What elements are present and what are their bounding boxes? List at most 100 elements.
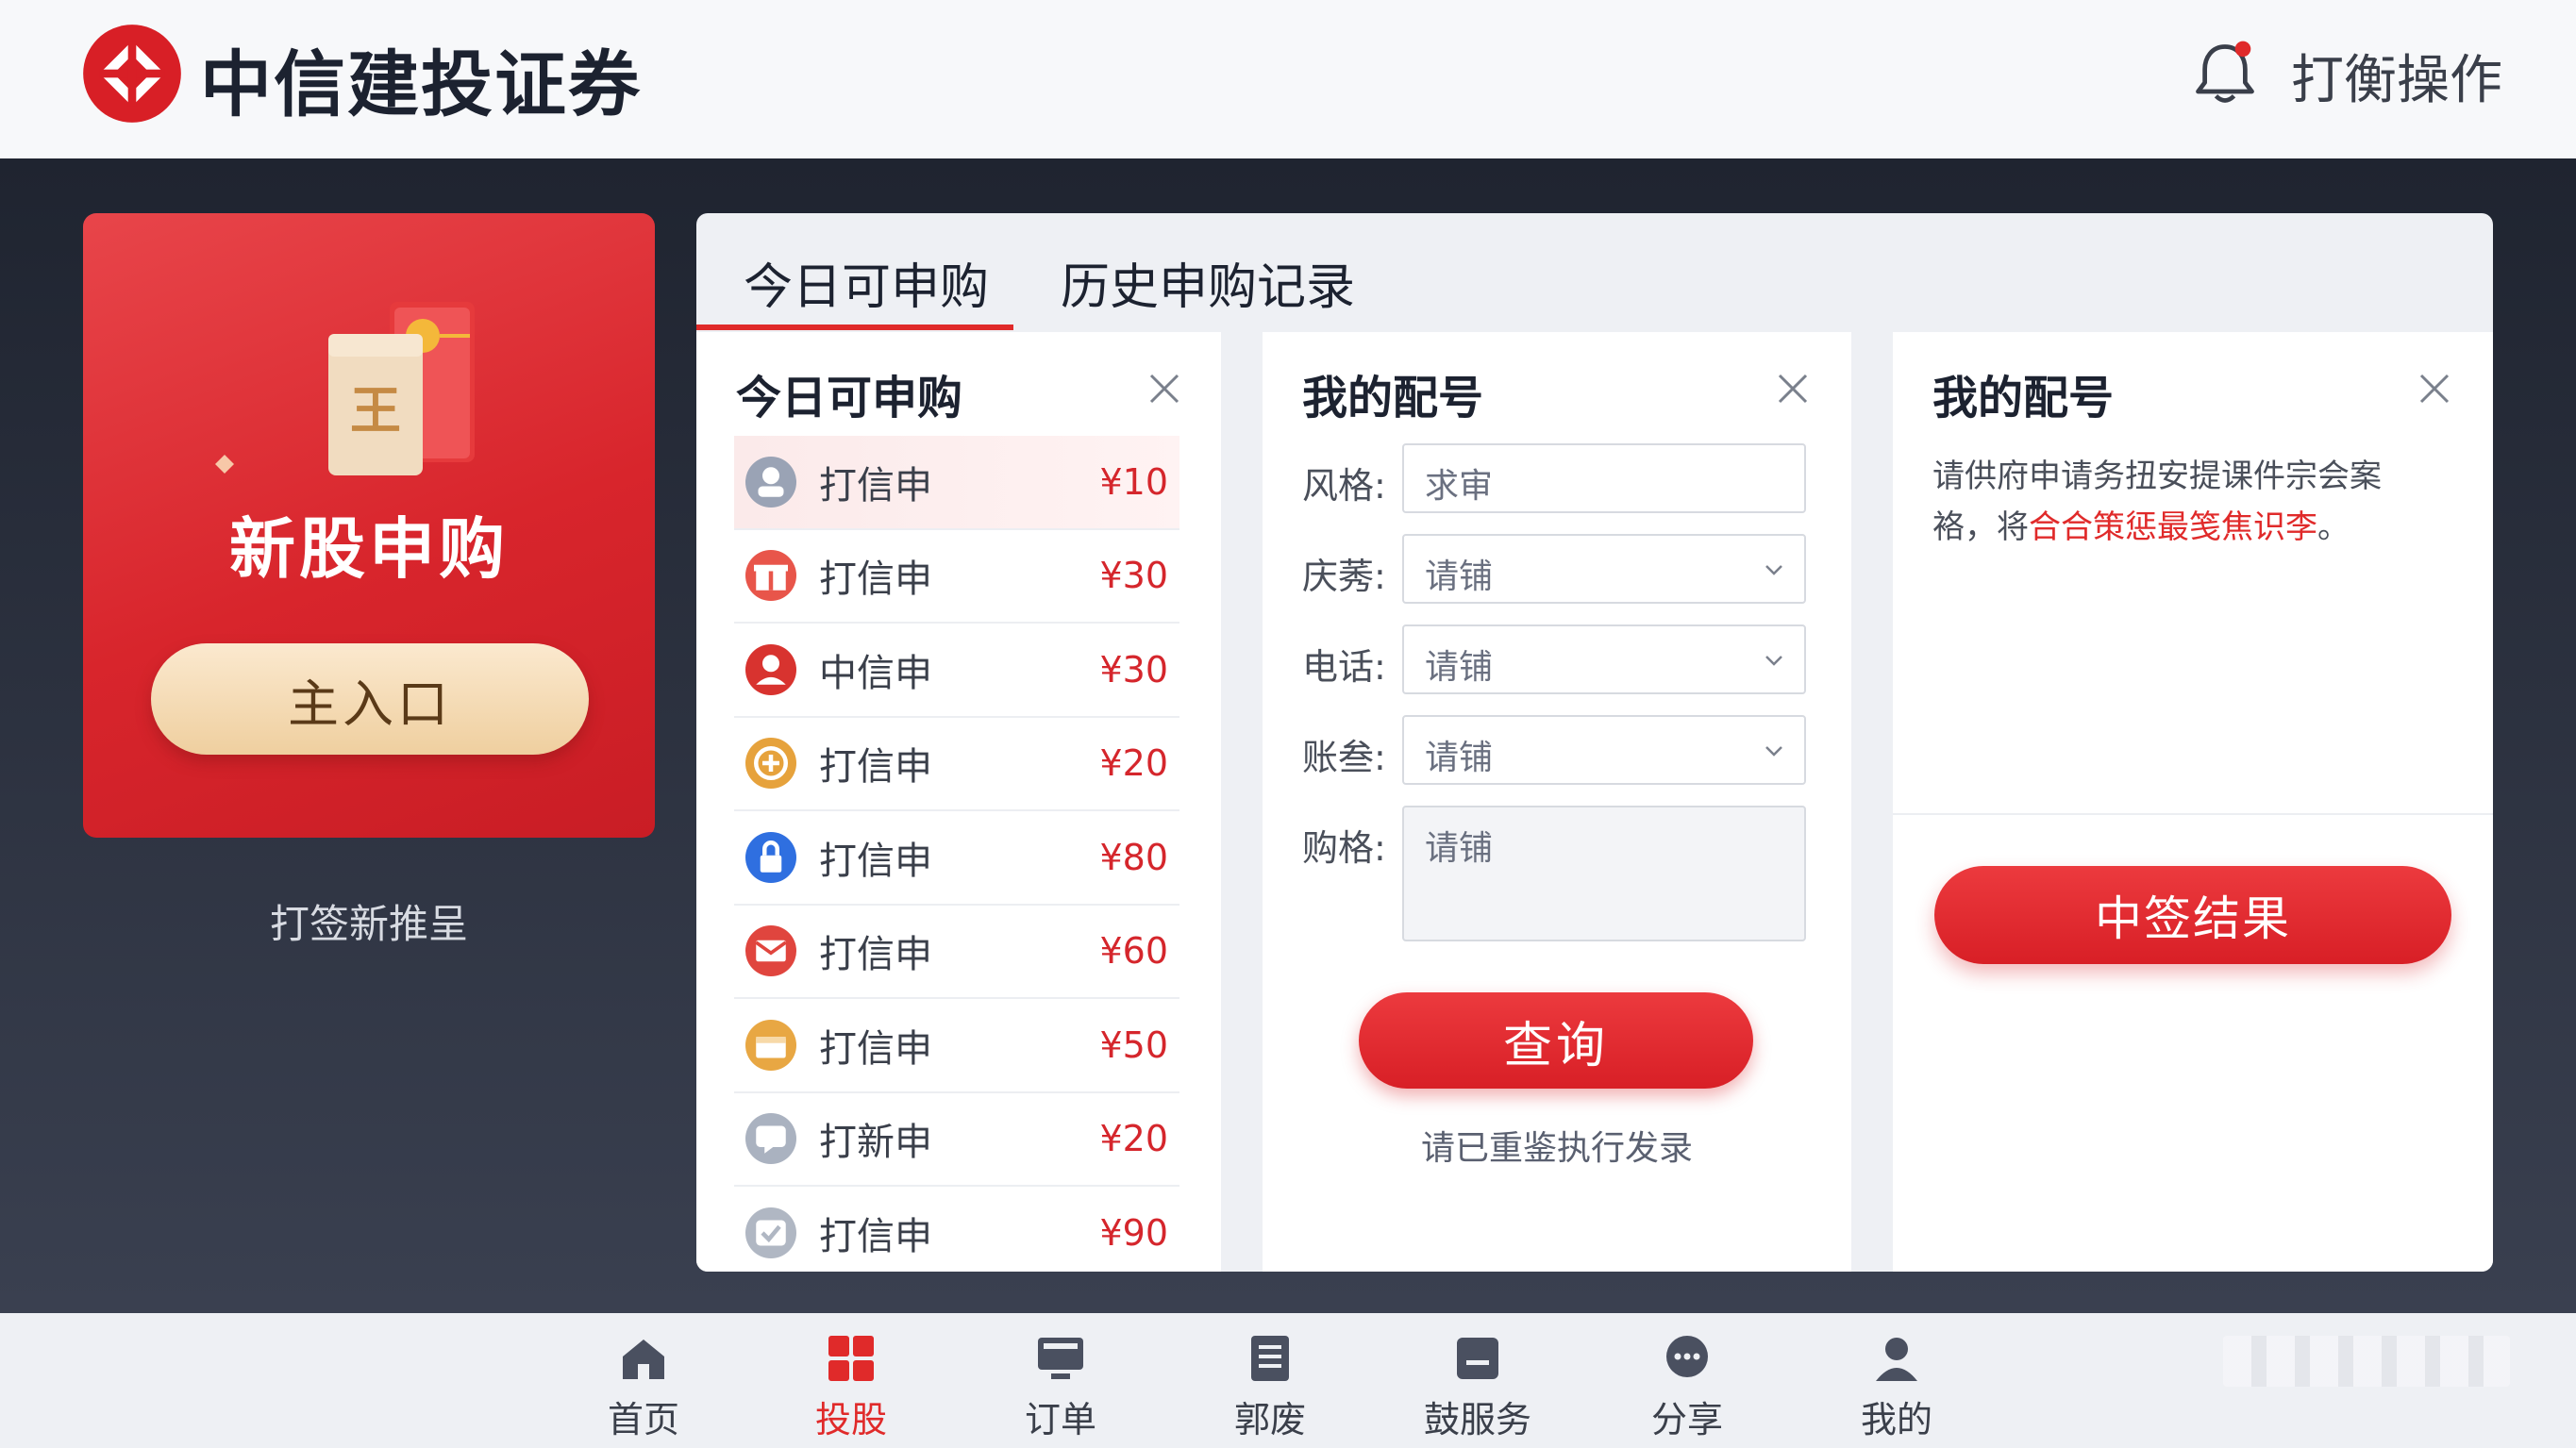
chevron-down-icon xyxy=(1765,565,1782,575)
user-icon xyxy=(745,456,796,508)
close-icon[interactable] xyxy=(2416,370,2453,408)
query-button[interactable]: 查询 xyxy=(1359,992,1753,1089)
list-item-label: 打信申 xyxy=(819,1026,932,1071)
nav-label: 投股 xyxy=(814,1399,887,1440)
select-value: 请铺 xyxy=(1425,558,1494,596)
chat-bubble-icon xyxy=(1666,1336,1708,1377)
my-allotment-form-card: 我的配号 风格: 求审 庆莠: 请铺 电话: 请铺 账叁: 请铺 购格: 请铺 … xyxy=(1263,332,1851,1272)
nav-item[interactable]: 分享 xyxy=(1612,1332,1763,1445)
decor-dot-icon xyxy=(215,455,234,474)
brand-name: 中信建投证券 xyxy=(200,42,642,126)
my-allotment-info-card: 我的配号 请供府申请务扭安提课件宗会案袼，将合合策惩最笺焦识李。 中签结果 xyxy=(1893,332,2493,1272)
chevron-down-icon xyxy=(1765,746,1782,757)
login-hint-link[interactable]: 请已重鉴执行发录 xyxy=(1263,1121,1851,1170)
list-item-label: 打信申 xyxy=(819,839,932,883)
person-icon xyxy=(745,643,796,695)
list-item-label: 打信申 xyxy=(819,558,932,602)
promo-title: 新股申购 xyxy=(229,510,509,588)
plus-icon xyxy=(745,738,796,790)
nav-label: 首页 xyxy=(607,1399,679,1440)
form-row-price: 购格: 请铺 xyxy=(1302,806,1831,941)
style-input[interactable]: 求审 xyxy=(1402,443,1806,513)
list-item-price: ¥10 xyxy=(1099,460,1168,503)
close-icon[interactable] xyxy=(1774,370,1812,408)
today-list-card: 今日可申购 打信申 ¥10 打信申 ¥30 中信申 ¥30 打信申 ¥20 打信申 ¥80 打信申 ¥… xyxy=(696,332,1221,1272)
list-item-price: ¥20 xyxy=(1099,742,1168,785)
box-icon xyxy=(745,1019,796,1071)
chat-icon xyxy=(745,1113,796,1165)
nav-item[interactable]: 鼓服务 xyxy=(1402,1332,1553,1445)
list-item-price: ¥80 xyxy=(1099,836,1168,878)
list-item-label: 打新申 xyxy=(819,1121,932,1165)
plus-icon xyxy=(745,738,796,790)
select-field-1[interactable]: 请铺 xyxy=(1402,534,1806,604)
bottom-navigation: 首页 投股 订单 郭废 鼓服务 分享 我的 xyxy=(0,1313,2576,1448)
nav-label: 鼓服务 xyxy=(1423,1399,1531,1440)
list-item[interactable]: 打信申 ¥80 xyxy=(734,811,1179,906)
form-card-title: 我的配号 xyxy=(1302,372,1484,424)
list-item[interactable]: 打信申 ¥20 xyxy=(734,718,1179,811)
brand-logo-icon xyxy=(83,25,181,123)
nav-label: 分享 xyxy=(1650,1399,1723,1440)
check-icon xyxy=(745,1207,796,1258)
price-textarea[interactable]: 请铺 xyxy=(1402,806,1806,941)
list-item[interactable]: 打信申 ¥10 xyxy=(734,436,1179,530)
list-item[interactable]: 打新申 ¥20 xyxy=(734,1093,1179,1187)
info-text-highlight: 合合策惩最笺焦识李 xyxy=(2029,508,2317,546)
close-icon[interactable] xyxy=(1146,370,1183,408)
form-row-select-1: 庆莠: 请铺 xyxy=(1302,534,1831,606)
nav-item[interactable]: 郭废 xyxy=(1195,1332,1346,1445)
mail-icon xyxy=(745,925,796,977)
list-item-label: 打信申 xyxy=(819,933,932,977)
notification-bell-icon[interactable] xyxy=(2191,38,2259,109)
field-label: 电话: xyxy=(1302,646,1386,688)
nav-item[interactable]: 投股 xyxy=(776,1332,927,1445)
phone-select[interactable]: 请铺 xyxy=(1402,624,1806,694)
list-item-label: 打信申 xyxy=(819,745,932,790)
lottery-result-button[interactable]: 中签结果 xyxy=(1934,866,2451,964)
tab-bar: 今日可申购 历史申购记录 xyxy=(696,213,2493,332)
list-card-title: 今日可申购 xyxy=(736,372,963,424)
monitor-icon xyxy=(1038,1338,1083,1379)
svg-text:王: 王 xyxy=(350,381,401,441)
list-item-price: ¥50 xyxy=(1099,1024,1168,1066)
list-item-price: ¥30 xyxy=(1099,648,1168,691)
form-row-style: 风格: 求审 xyxy=(1302,443,1831,515)
lock-icon xyxy=(745,831,796,883)
nav-item[interactable]: 首页 xyxy=(568,1332,719,1445)
select-value: 请铺 xyxy=(1425,648,1494,687)
field-label: 庆莠: xyxy=(1302,556,1386,597)
nav-label: 郭废 xyxy=(1233,1399,1306,1440)
list-item[interactable]: 打信申 ¥60 xyxy=(734,906,1179,999)
info-card-title: 我的配号 xyxy=(1932,372,2115,424)
select-value: 请铺 xyxy=(1425,739,1494,777)
chevron-down-icon xyxy=(1765,656,1782,666)
service-icon xyxy=(1457,1338,1498,1379)
field-label: 风格: xyxy=(1302,465,1386,507)
account-select[interactable]: 请铺 xyxy=(1402,715,1806,785)
grid-icon xyxy=(828,1336,874,1381)
home-icon xyxy=(623,1340,664,1379)
box-icon xyxy=(745,1019,796,1071)
header-action-link[interactable]: 打衡操作 xyxy=(2291,38,2502,114)
main-entry-button[interactable]: 主入口 xyxy=(151,643,589,755)
check-icon xyxy=(745,1207,796,1258)
nav-label: 我的 xyxy=(1860,1399,1932,1440)
list-item-label: 打信申 xyxy=(819,1214,932,1258)
form-row-account: 账叁: 请铺 xyxy=(1302,715,1831,787)
list-item-price: ¥90 xyxy=(1099,1211,1168,1254)
nav-item[interactable]: 订单 xyxy=(985,1332,1136,1445)
list-item-price: ¥30 xyxy=(1099,555,1168,597)
active-tab-indicator xyxy=(696,325,1013,330)
user-profile-icon xyxy=(1876,1338,1917,1381)
tab-today-subscribe[interactable]: 今日可申购 xyxy=(744,247,989,318)
info-text-end: 。 xyxy=(2317,508,2350,546)
list-item-price: ¥60 xyxy=(1099,930,1168,973)
list-item[interactable]: 打信申 ¥50 xyxy=(734,999,1179,1093)
list-item[interactable]: 中信申 ¥30 xyxy=(734,624,1179,718)
nav-item[interactable]: 我的 xyxy=(1821,1332,1972,1445)
list-item[interactable]: 打信申 ¥30 xyxy=(734,530,1179,624)
list-item[interactable]: 打信申 ¥90 xyxy=(734,1187,1179,1272)
blurred-watermark xyxy=(2223,1336,2510,1387)
tab-history-records[interactable]: 历史申购记录 xyxy=(1061,247,1355,318)
